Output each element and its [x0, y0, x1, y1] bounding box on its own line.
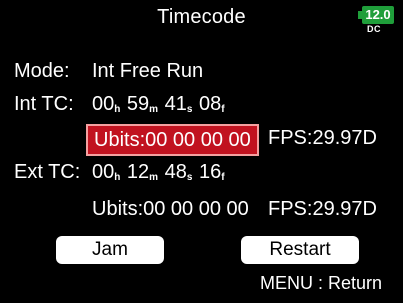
jam-button[interactable]: Jam	[56, 236, 164, 264]
ext-tc-minutes-unit: m	[149, 172, 159, 183]
int-tc-minutes-unit: m	[149, 104, 159, 115]
int-tc-seconds: 41	[164, 93, 187, 115]
int-ubits-field[interactable]: Ubits:00 00 00 00	[86, 124, 259, 156]
ext-ubits-value: Ubits:00 00 00 00	[92, 198, 249, 220]
int-fps-value: FPS:29.97D	[268, 127, 377, 149]
ext-tc-hours: 00	[92, 161, 115, 183]
ext-tc-value: 00h 12m 48s 16f	[92, 161, 226, 184]
restart-button[interactable]: Restart	[241, 236, 359, 264]
ext-tc-hours-unit: h	[114, 172, 121, 183]
int-tc-seconds-unit: s	[186, 104, 193, 115]
int-tc-minutes: 59	[126, 93, 150, 115]
ext-tc-frames-unit: f	[221, 172, 225, 183]
ext-tc-frames: 16	[199, 161, 222, 183]
title-bar: Timecode 12.0 DC	[0, 0, 403, 40]
int-tc-frames: 08	[199, 93, 222, 115]
power-source: DC	[367, 24, 381, 34]
menu-return-hint: MENU : Return	[260, 273, 383, 293]
ext-tc-minutes: 12	[126, 161, 150, 183]
ext-tc-seconds-unit: s	[186, 172, 193, 183]
int-tc-value: 00h 59m 41s 08f	[92, 93, 226, 116]
ext-fps-value: FPS:29.97D	[268, 198, 377, 220]
ext-tc-label: Ext TC:	[14, 161, 81, 183]
int-tc-hours-unit: h	[114, 104, 121, 115]
int-tc-frames-unit: f	[221, 104, 225, 115]
int-tc-hours: 00	[92, 93, 115, 115]
ext-tc-seconds: 48	[164, 161, 187, 183]
battery-voltage: 12.0	[362, 6, 394, 24]
screen-title: Timecode	[157, 6, 246, 28]
mode-label: Mode:	[14, 60, 70, 82]
int-tc-label: Int TC:	[14, 93, 74, 115]
mode-value[interactable]: Int Free Run	[92, 60, 203, 83]
battery-indicator: 12.0 DC	[358, 6, 398, 36]
